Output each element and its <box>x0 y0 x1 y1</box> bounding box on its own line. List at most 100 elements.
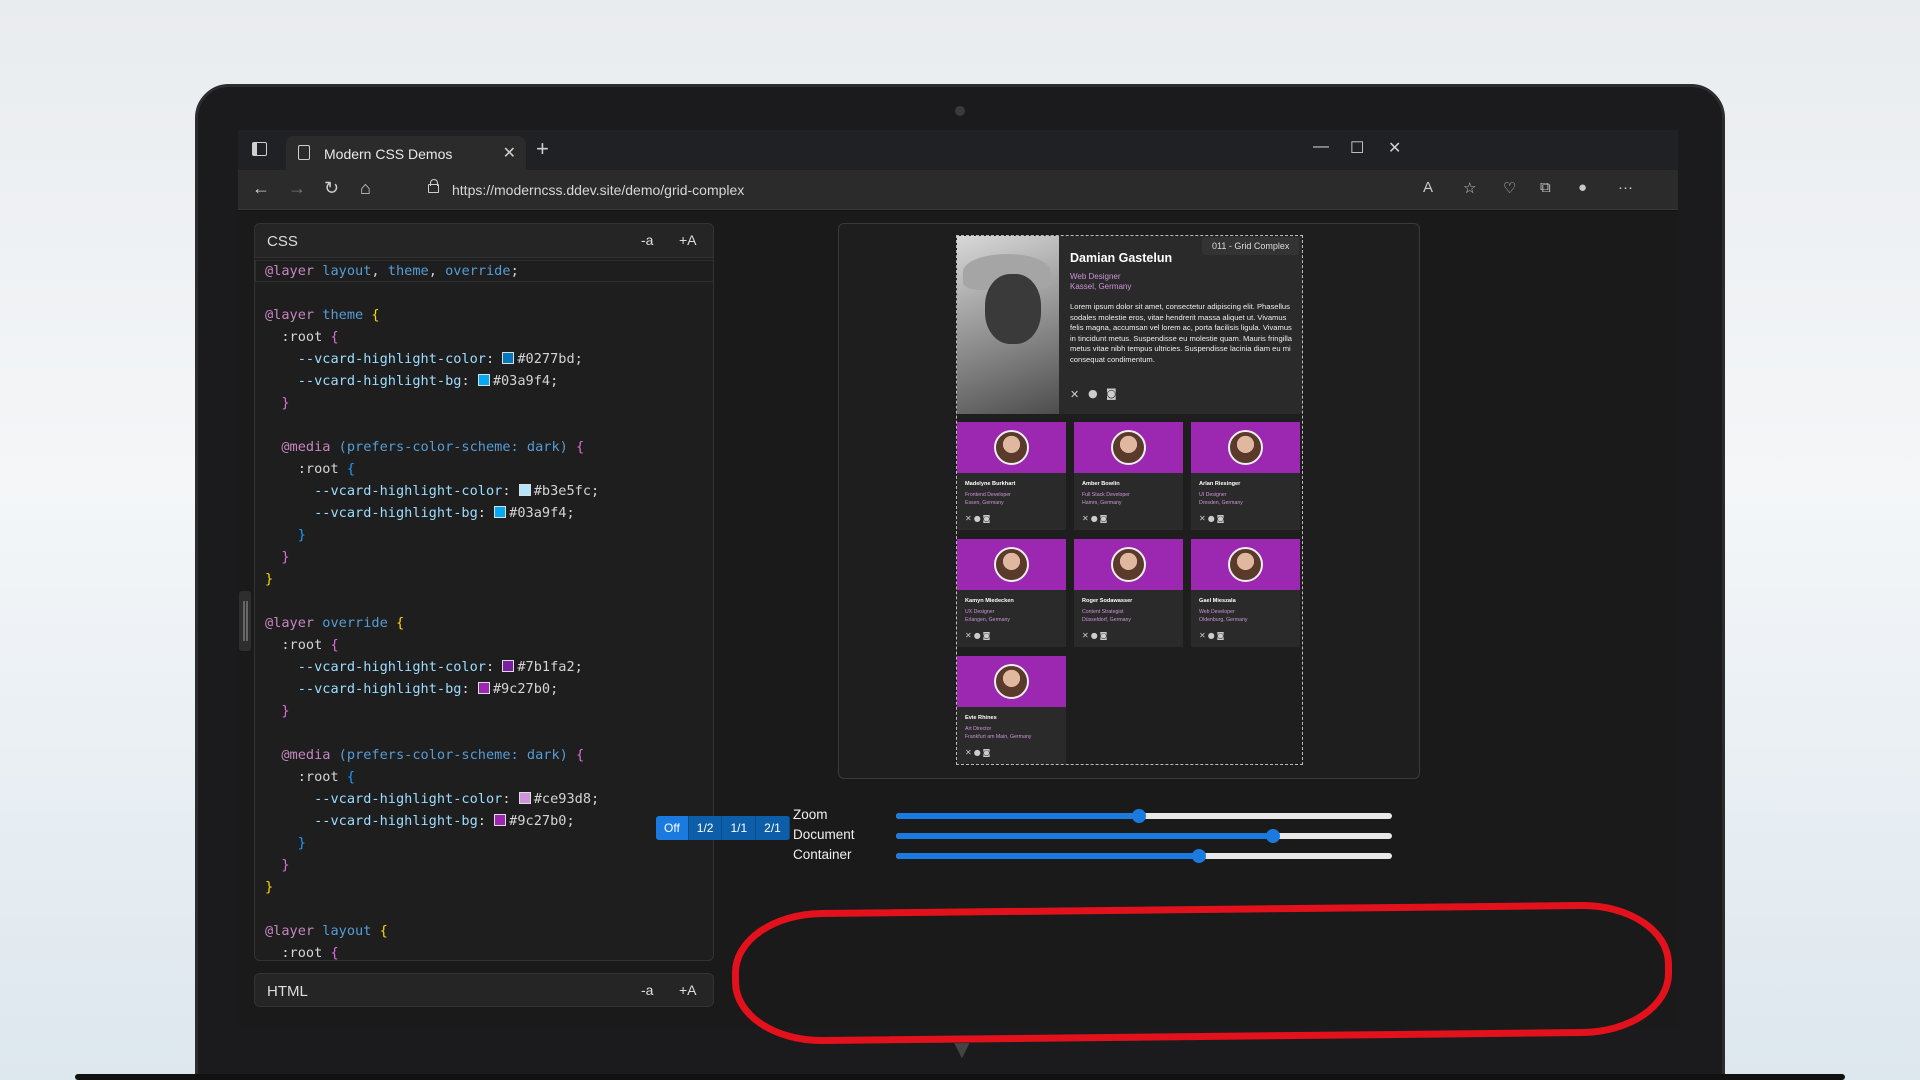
read-aloud-icon[interactable]: A <box>1423 179 1433 196</box>
vcard-name: Arlan Riesinger <box>1199 481 1241 487</box>
html-decrease-font-button[interactable]: -a <box>641 982 653 998</box>
code-line: } <box>265 879 274 895</box>
container-label: Container <box>793 847 852 862</box>
vcard: Amber Bowlin Full Stack Developer Hamm, Ge… <box>1074 422 1183 530</box>
code-line: :root { <box>265 461 356 477</box>
x-twitter-icon[interactable]: ✕ <box>1070 388 1079 401</box>
vcard-role: Content Strategist Düsseldorf, Germany <box>1082 609 1131 624</box>
favorite-icon[interactable]: ☆ <box>1463 179 1476 197</box>
screen: Modern CSS Demos ✕ + — ☐ ✕ ← → ↻ ⌂ https… <box>238 130 1678 1028</box>
code-line: --vcard-highlight-color: #7b1fa2; <box>297 659 583 675</box>
vcard-role-title: Full Stack Developer <box>1082 492 1130 498</box>
profile-icon[interactable]: ● <box>1578 179 1587 196</box>
document-slider[interactable] <box>896 829 1392 843</box>
document-slider-thumb[interactable] <box>1265 829 1280 843</box>
vcard-role: Art Director Frankfurt am Main, Germany <box>965 726 1031 741</box>
tab-title: Modern CSS Demos <box>324 146 453 162</box>
vcard-social-icons[interactable]: ✕●◙ <box>965 748 992 757</box>
refresh-icon[interactable]: ↻ <box>324 178 339 199</box>
css-increase-font-button[interactable]: +A <box>679 232 697 248</box>
zoom-label: Zoom <box>793 807 828 822</box>
vcard-location: Frankfurt am Main, Germany <box>965 733 1032 740</box>
code-line: } <box>281 703 290 719</box>
resize-handle[interactable] <box>239 591 251 651</box>
ratio-button[interactable]: 1/1 <box>722 816 757 840</box>
featured-role: Web Designer Kassel, Germany <box>1070 272 1131 292</box>
zoom-slider[interactable] <box>896 809 1392 823</box>
avatar <box>994 430 1029 465</box>
ratio-button[interactable]: Off <box>656 816 689 840</box>
vcard-social-icons[interactable]: ✕●◙ <box>1199 631 1226 640</box>
avatar <box>1111 547 1146 582</box>
more-icon[interactable]: ··· <box>1618 179 1633 196</box>
code-line: @layer override { <box>265 615 405 631</box>
code-line: } <box>265 571 274 587</box>
forward-icon[interactable]: → <box>288 178 306 199</box>
ratio-button[interactable]: 2/1 <box>756 816 790 840</box>
code-line: @media (prefers-color-scheme: dark) { <box>281 747 585 763</box>
vcard-role-title: Art Director <box>965 726 992 732</box>
facebook-icon[interactable]: ● <box>1088 387 1098 400</box>
code-line: } <box>281 857 290 873</box>
vcard-role: Full Stack Developer Hamm, Germany <box>1082 492 1130 507</box>
home-icon[interactable]: ⌂ <box>360 178 371 199</box>
avatar <box>994 664 1029 699</box>
maximize-icon[interactable]: ☐ <box>1350 138 1364 158</box>
featured-photo <box>957 236 1059 414</box>
container-slider-thumb[interactable] <box>1191 849 1206 863</box>
minimize-icon[interactable]: — <box>1313 138 1329 156</box>
new-tab-icon[interactable]: + <box>536 136 549 162</box>
grid-container: Damian Gastelun Web Designer Kassel, Ger… <box>956 235 1303 765</box>
browser-tab[interactable]: Modern CSS Demos ✕ <box>286 136 526 170</box>
url-field[interactable]: https://moderncss.ddev.site/demo/grid-co… <box>428 176 1388 204</box>
url-text: https://moderncss.ddev.site/demo/grid-co… <box>452 182 745 198</box>
vcard-role: Frontend Developer Essen, Germany <box>965 492 1011 507</box>
container-slider[interactable] <box>896 849 1392 863</box>
css-code[interactable]: @layer layout, theme, override; @layer th… <box>255 260 713 960</box>
close-tab-icon[interactable]: ✕ <box>503 143 516 163</box>
vcard-social-icons[interactable]: ✕●◙ <box>1082 514 1109 523</box>
html-increase-font-button[interactable]: +A <box>679 982 697 998</box>
vcard-location: Essen, Germany <box>965 499 1004 506</box>
code-line: --vcard-highlight-bg: #03a9f4; <box>314 505 575 521</box>
demo-label: 011 - Grid Complex <box>1202 237 1300 255</box>
featured-name: Damian Gastelun <box>1070 251 1173 265</box>
vcard: Madelyne Burkhart Frontend Developer Essen… <box>957 422 1066 530</box>
preview-pane: Damian Gastelun Web Designer Kassel, Ger… <box>838 223 1420 779</box>
ratio-toggle-group: Off 1/2 1/1 2/1 <box>656 816 790 840</box>
vcard-name: Evie Rhines <box>965 715 997 721</box>
tab-actions-icon[interactable] <box>252 142 267 156</box>
css-decrease-font-button[interactable]: -a <box>641 232 653 248</box>
ratio-button[interactable]: 1/2 <box>688 816 723 840</box>
vcard-role: UI Designer Dresden, Germany <box>1199 492 1243 507</box>
vcard: Arlan Riesinger UI Designer Dresden, Germa… <box>1191 422 1300 530</box>
css-editor: CSS -a +A @layer layout, theme, override… <box>254 223 714 961</box>
health-icon[interactable]: ♡ <box>1503 179 1516 197</box>
extensions-icon[interactable]: ⧉ <box>1540 179 1551 196</box>
vcard-social-icons[interactable]: ✕●◙ <box>1082 631 1109 640</box>
code-line: :root { <box>265 945 339 961</box>
html-panel-header[interactable]: HTML -a +A <box>254 973 714 1007</box>
webcam <box>955 106 965 116</box>
vcard-social-icons[interactable]: ✕●◙ <box>965 514 992 523</box>
featured-vcard: Damian Gastelun Web Designer Kassel, Ger… <box>957 236 1302 414</box>
instagram-icon[interactable]: ◙ <box>1106 387 1117 400</box>
vcard-location: Erlangen, Germany <box>965 616 1010 623</box>
back-icon[interactable]: ← <box>252 178 270 199</box>
vcard-name: Kamyn Miedecken <box>965 598 1014 604</box>
tab-bar: Modern CSS Demos ✕ + — ☐ ✕ <box>238 130 1678 170</box>
vcard-role-title: UI Designer <box>1199 492 1227 498</box>
vcard-social-icons[interactable]: ✕●◙ <box>1199 514 1226 523</box>
html-panel-title: HTML <box>267 983 308 1000</box>
vcard-name: Gael Mieszala <box>1199 598 1236 604</box>
vcard: Roger Sodawasser Content Strategist Düssel… <box>1074 539 1183 647</box>
close-window-icon[interactable]: ✕ <box>1388 138 1401 158</box>
code-line: --vcard-highlight-color: #b3e5fc; <box>314 483 600 499</box>
vcard-social-icons[interactable]: ✕●◙ <box>965 631 992 640</box>
zoom-slider-thumb[interactable] <box>1132 809 1147 823</box>
vcard-role: Web Developer Oldenburg, Germany <box>1199 609 1247 624</box>
code-line: @layer theme { <box>265 307 380 323</box>
vcard: Gael Mieszala Web Developer Oldenburg, Ger… <box>1191 539 1300 647</box>
